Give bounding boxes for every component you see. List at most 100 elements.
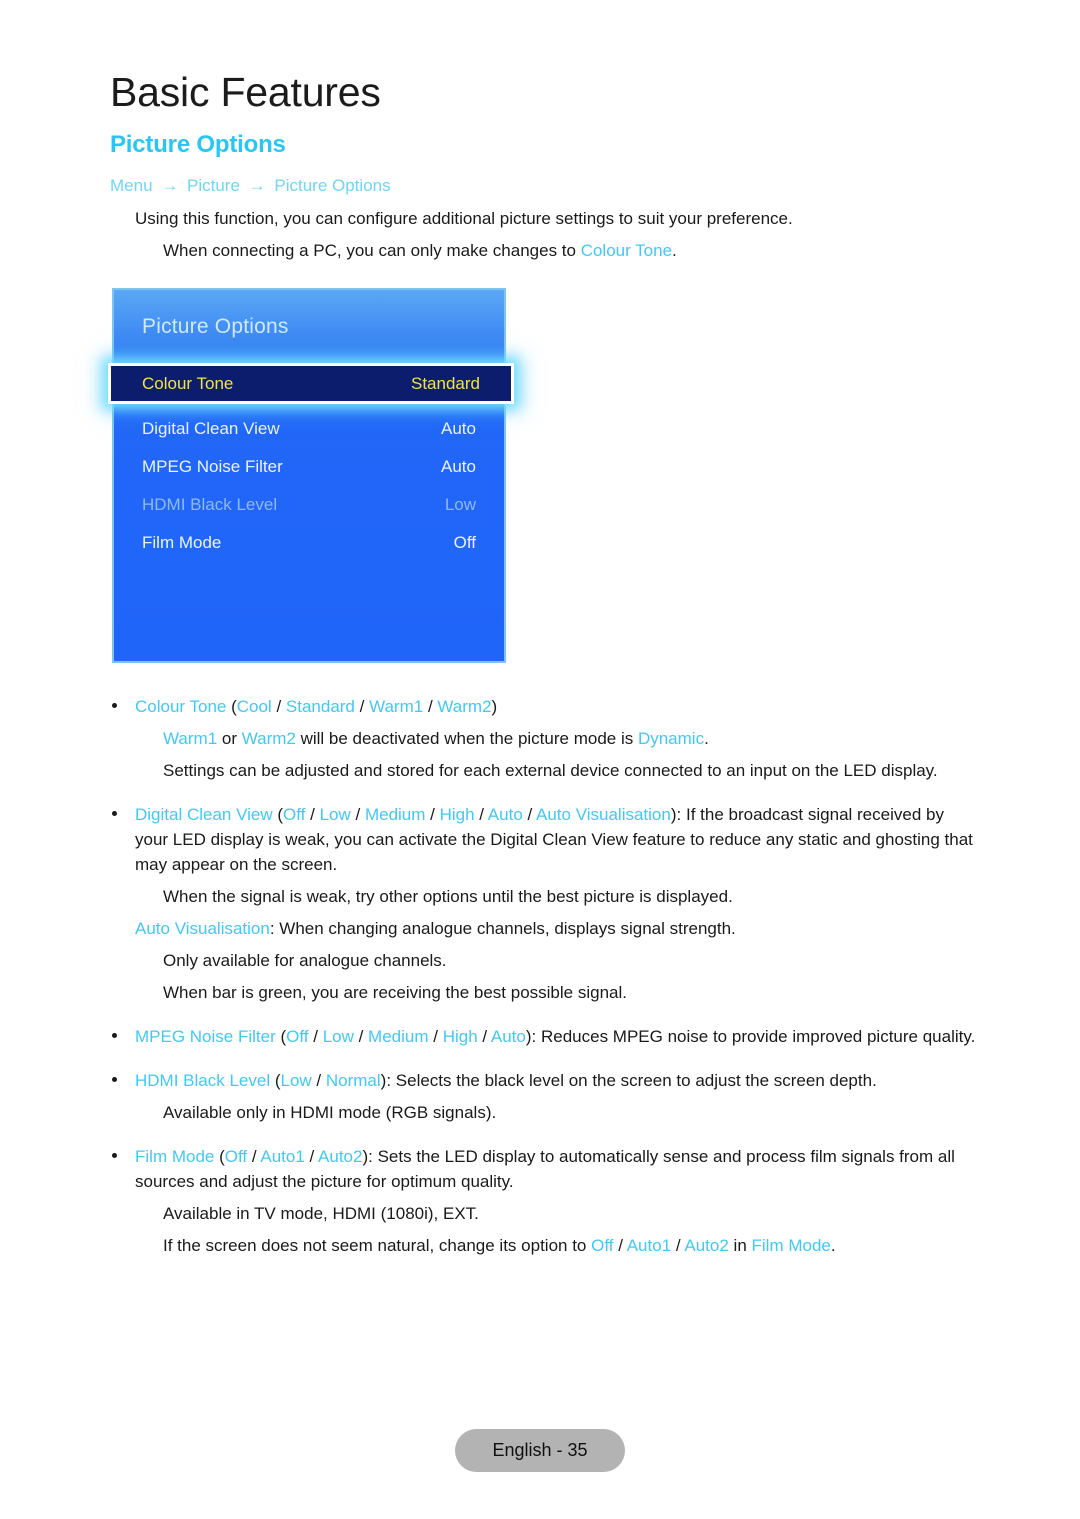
option-value-5: Auto Visualisation — [536, 805, 671, 824]
note-part-0: When the signal is weak, try other optio… — [163, 887, 733, 906]
note-line: Only available for analogue channels. — [0, 948, 1080, 973]
note-line: Warm1 or Warm2 will be deactivated when … — [0, 726, 1080, 751]
bullet-item-digital-clean-view: Digital Clean View (Off / Low / Medium /… — [0, 802, 1080, 877]
note-line: Available only in HDMI mode (RGB signals… — [0, 1100, 1080, 1125]
option-term: HDMI Black Level — [135, 1071, 271, 1090]
option-value-1: Normal — [325, 1071, 381, 1090]
note-part-0: When bar is green, you are receiving the… — [163, 983, 627, 1002]
option-value-0: Off — [283, 805, 306, 824]
body-content: Colour Tone (Cool / Standard / Warm1 / W… — [0, 694, 1080, 1265]
osd-row[interactable]: MPEG Noise Filter Auto — [114, 448, 504, 486]
breadcrumb-item-1[interactable]: Picture — [187, 176, 240, 195]
note-part-3: will be deactivated when the picture mod… — [295, 729, 638, 748]
note-part-4: / — [671, 1236, 685, 1255]
note-line: When the signal is weak, try other optio… — [0, 884, 1080, 909]
note-part-0: Auto Visualisation — [135, 919, 270, 938]
option-value-2: Warm1 — [369, 697, 424, 716]
paren-open: ( — [270, 1071, 281, 1090]
option-separator: / — [304, 1147, 319, 1166]
option-term: Colour Tone — [135, 697, 227, 716]
note-part-8: . — [830, 1236, 836, 1255]
option-separator: / — [247, 1147, 261, 1166]
intro-note-text: When connecting a PC, you can only make … — [163, 241, 581, 260]
option-separator: / — [428, 1027, 443, 1046]
intro-note-term: Colour Tone — [580, 241, 673, 260]
option-separator: / — [353, 1027, 369, 1046]
note-line: If the screen does not seem natural, cha… — [0, 1233, 1080, 1258]
paren-open: ( — [275, 1027, 287, 1046]
osd-row-value: Standard — [411, 373, 480, 393]
option-term: Film Mode — [135, 1147, 215, 1166]
option-value-0: Off — [224, 1147, 248, 1166]
option-separator: / — [305, 805, 320, 824]
paren-open: ( — [226, 697, 237, 716]
page-number-badge: English - 35 — [455, 1429, 625, 1472]
paren-close: ) — [491, 697, 498, 716]
option-separator: / — [311, 1071, 326, 1090]
bullet-item-film-mode: Film Mode (Off / Auto1 / Auto2): Sets th… — [0, 1144, 1080, 1194]
breadcrumb-item-0[interactable]: Menu — [110, 176, 153, 195]
bullet-item-hdmi-black-level: HDMI Black Level (Low / Normal): Selects… — [0, 1068, 1080, 1093]
note-part-0: Only available for analogue channels. — [163, 951, 447, 970]
option-separator: / — [477, 1027, 491, 1046]
bullet-item-colour-tone: Colour Tone (Cool / Standard / Warm1 / W… — [0, 694, 1080, 719]
option-separator: / — [425, 805, 440, 824]
option-description: : Reduces MPEG noise to provide improved… — [531, 1027, 976, 1046]
osd-row-value: Auto — [441, 419, 476, 438]
note-part-1: Off — [591, 1236, 614, 1255]
option-separator: / — [271, 697, 286, 716]
osd-row-label: MPEG Noise Filter — [142, 457, 283, 476]
option-separator: / — [350, 805, 365, 824]
breadcrumb-separator: → — [243, 176, 271, 195]
note-line: Settings can be adjusted and stored for … — [0, 758, 1080, 783]
intro-note-period: . — [672, 241, 677, 260]
osd-row-value: Auto — [441, 457, 476, 476]
option-value-3: Warm2 — [437, 697, 492, 716]
note-part-4: Dynamic — [637, 729, 705, 748]
option-term: Digital Clean View — [135, 805, 273, 824]
manual-page: Basic Features Picture Options Menu → Pi… — [0, 0, 1080, 1519]
option-value-1: Low — [322, 1027, 354, 1046]
note-part-0: Warm1 — [163, 729, 218, 748]
option-separator: / — [354, 697, 370, 716]
note-part-5: . — [704, 729, 709, 748]
option-value-0: Low — [280, 1071, 312, 1090]
osd-row[interactable]: Digital Clean View Auto — [114, 410, 504, 448]
osd-menu-panel: Picture Options Colour Tone Standard Digit… — [108, 288, 514, 663]
option-value-1: Low — [319, 805, 351, 824]
option-value-1: Standard — [285, 697, 355, 716]
note-part-2: Warm2 — [241, 729, 296, 748]
option-separator: / — [423, 697, 438, 716]
osd-row-selected[interactable]: Colour Tone Standard — [108, 363, 514, 404]
breadcrumb-item-2[interactable]: Picture Options — [274, 176, 390, 195]
osd-row: HDMI Black Level Low — [114, 486, 504, 524]
option-value-2: Medium — [368, 1027, 429, 1046]
paren-open: ( — [214, 1147, 225, 1166]
osd-row-value: Off — [453, 533, 476, 552]
breadcrumb-separator: → — [156, 176, 183, 195]
option-separator: / — [522, 805, 537, 824]
option-term: MPEG Noise Filter — [135, 1027, 276, 1046]
option-value-4: Auto — [487, 805, 523, 824]
osd-row[interactable]: Film Mode Off — [114, 524, 504, 562]
option-value-3: High — [442, 1027, 478, 1046]
bullet-dot-icon — [112, 703, 117, 708]
bullet-dot-icon — [112, 1153, 117, 1158]
note-part-5: Auto2 — [684, 1236, 729, 1255]
option-value-1: Auto1 — [260, 1147, 305, 1166]
note-part-1: or — [217, 729, 242, 748]
note-part-6: in — [728, 1236, 752, 1255]
osd-row-list: Colour Tone Standard Digital Clean View Aut… — [108, 363, 514, 562]
paren-open: ( — [272, 805, 284, 824]
note-line: When bar is green, you are receiving the… — [0, 980, 1080, 1005]
osd-row-label: Film Mode — [142, 533, 222, 552]
osd-row-label: Digital Clean View — [142, 419, 280, 438]
option-separator: / — [308, 1027, 323, 1046]
note-part-0: Available only in HDMI mode (RGB signals… — [163, 1103, 497, 1122]
intro-note: When connecting a PC, you can only make … — [163, 241, 677, 261]
osd-row-value: Low — [444, 495, 476, 514]
option-separator: / — [474, 805, 488, 824]
intro-paragraph: Using this function, you can configure a… — [135, 209, 793, 228]
